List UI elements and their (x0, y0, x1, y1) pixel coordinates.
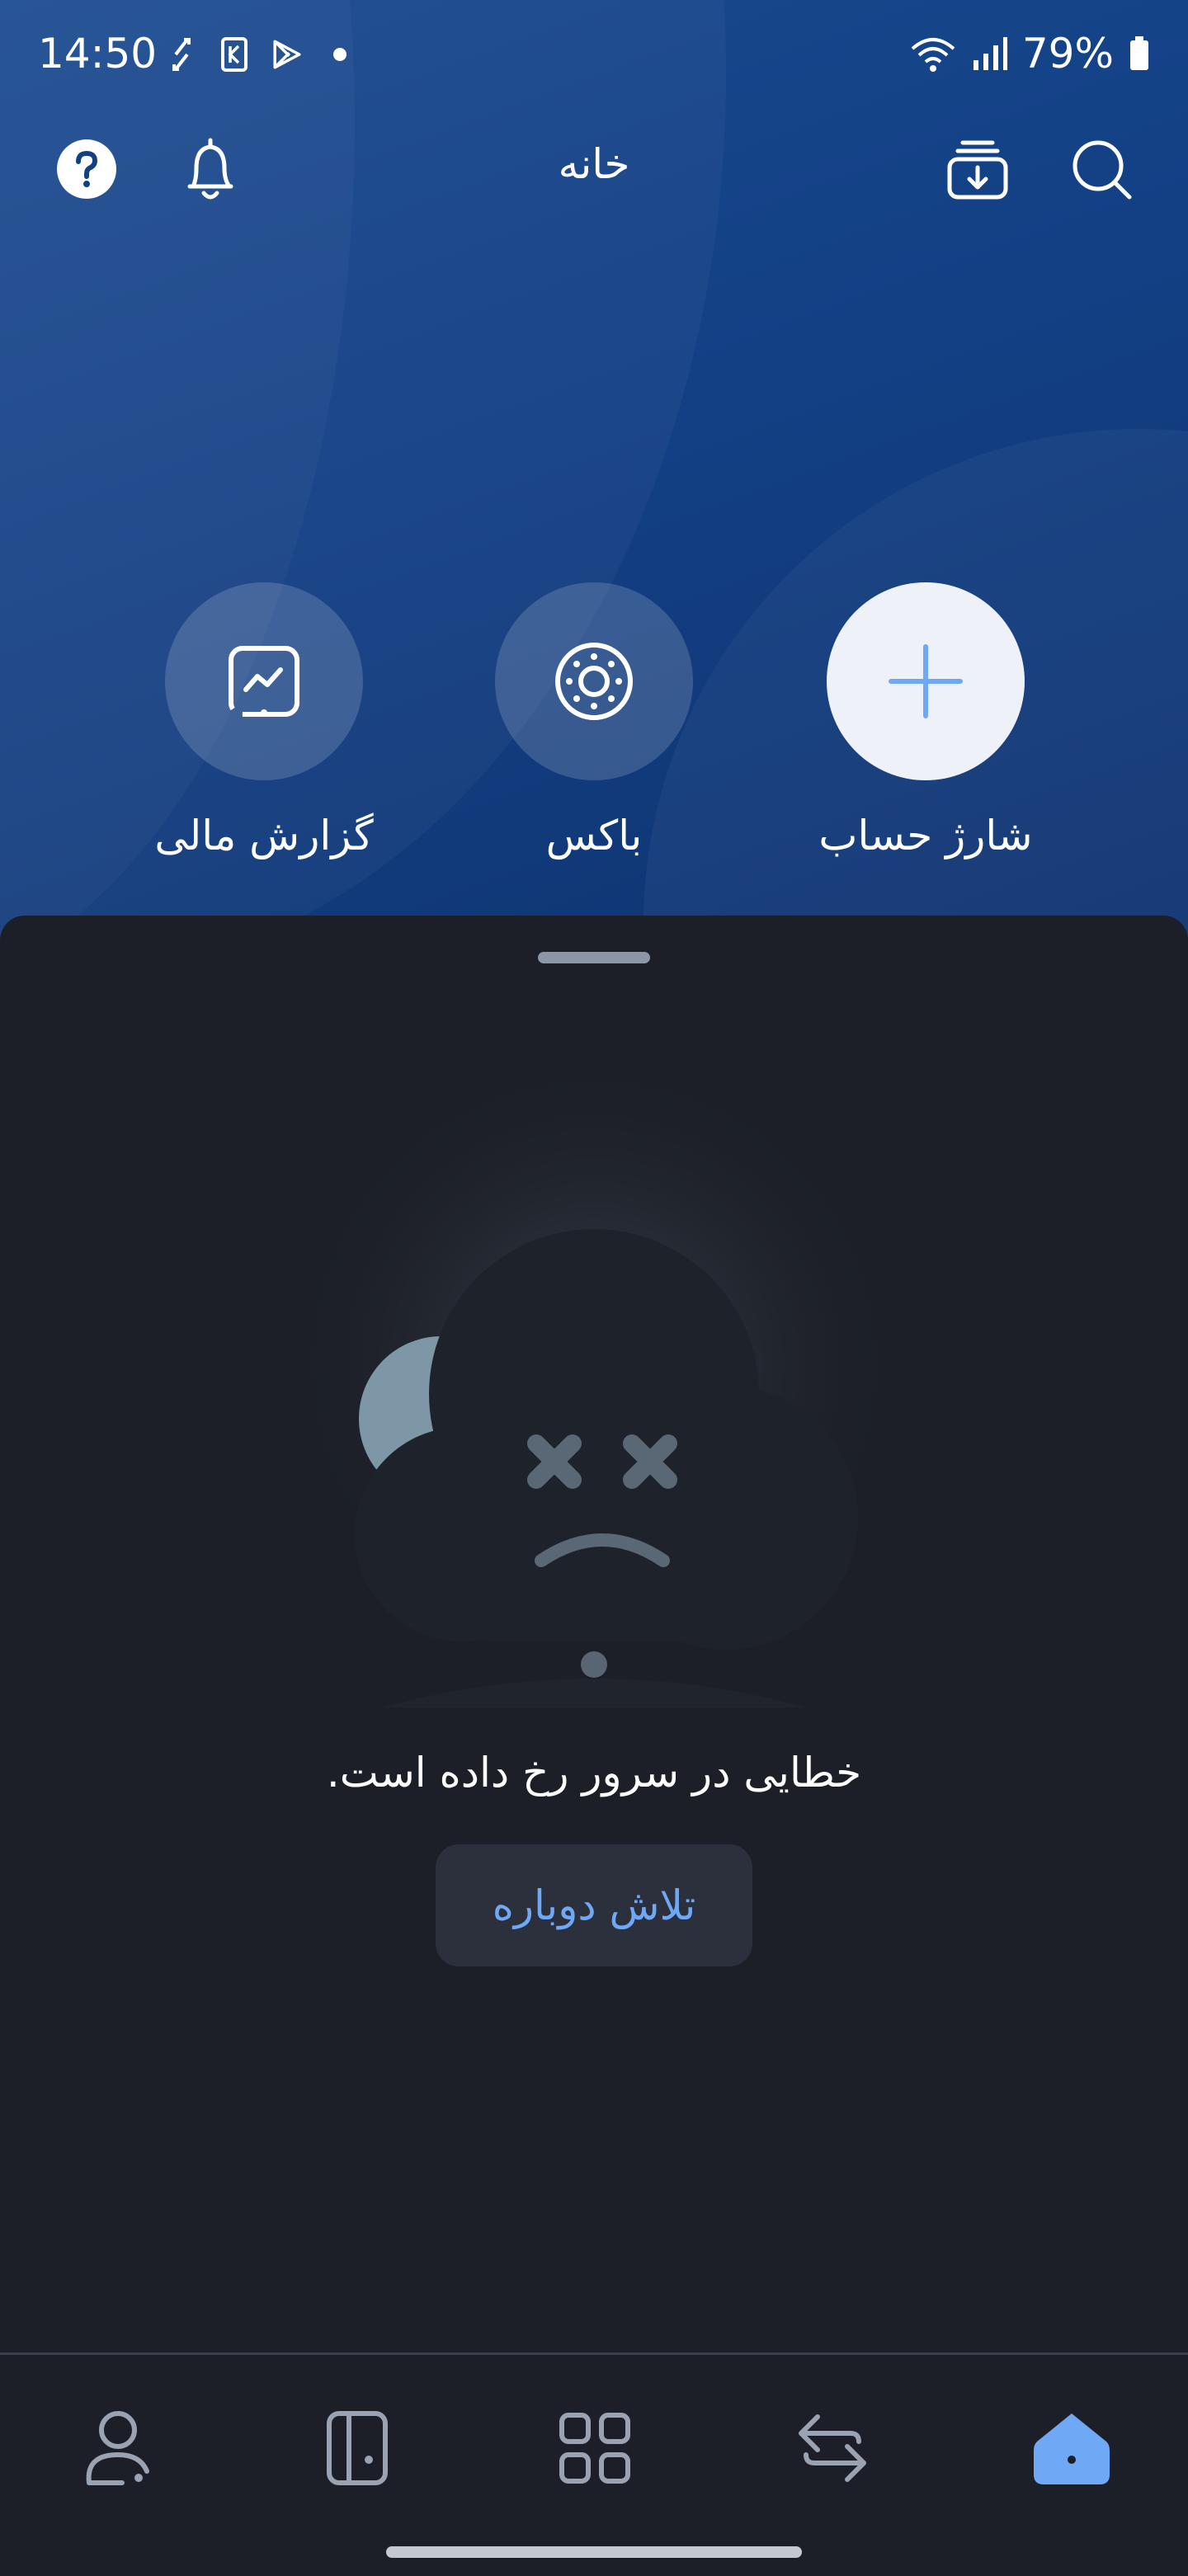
plus-icon (889, 644, 963, 718)
dot-icon (323, 33, 356, 76)
box-icon (555, 643, 633, 720)
bottom-sheet[interactable]: خطایی در سرور رخ داده است. تلاش دوباره (0, 916, 1188, 2352)
server-error-cloud-icon (280, 1081, 908, 1707)
loading-dot-icon (581, 1651, 607, 1678)
nav-cards[interactable] (312, 2403, 403, 2494)
battery-icon (1127, 32, 1152, 75)
action-financial-report[interactable]: گزارش مالی (99, 582, 429, 859)
status-bar: 14:50 79% (0, 0, 1188, 111)
sync-icon (165, 33, 198, 76)
action-circle[interactable] (827, 582, 1025, 780)
play-store-icon (271, 33, 304, 76)
action-label: باکس (545, 812, 643, 859)
action-label: شارژ حساب (818, 812, 1033, 859)
download-inbox-button[interactable] (940, 132, 1015, 206)
drag-handle[interactable] (538, 952, 650, 963)
retry-button[interactable]: تلاش دوباره (436, 1844, 752, 1966)
search-button[interactable] (1064, 132, 1138, 206)
wifi-icon (908, 32, 958, 75)
action-top-up[interactable]: شارژ حساب (761, 582, 1091, 859)
nav-home[interactable] (1026, 2403, 1117, 2494)
error-message: خطایی در سرور رخ داده است. (326, 1749, 862, 1797)
action-circle[interactable] (495, 582, 693, 780)
signal-icon (971, 32, 1009, 75)
top-app-bar: خانه (0, 124, 1188, 214)
battery-percent: 79% (1021, 30, 1114, 78)
action-box[interactable]: باکس (429, 582, 759, 859)
transfer-icon (799, 2414, 866, 2482)
action-circle[interactable] (165, 582, 363, 780)
action-label: گزارش مالی (154, 812, 374, 859)
download-inbox-icon (947, 140, 1008, 200)
financial-report-icon (229, 646, 299, 717)
bottom-navigation (0, 2352, 1188, 2576)
services-grid-icon (559, 2413, 630, 2484)
home-indicator (386, 2546, 802, 2558)
home-icon (1034, 2414, 1110, 2484)
nav-profile[interactable] (73, 2403, 163, 2494)
profile-icon (86, 2411, 149, 2485)
cards-icon (327, 2411, 388, 2485)
nav-services[interactable] (549, 2403, 640, 2494)
status-time: 14:50 (38, 30, 158, 78)
hero-header: 14:50 79% خانه گزارش مالی باکس شارژ حساب (0, 0, 1188, 973)
nav-transfer[interactable] (787, 2403, 878, 2494)
search-icon (1072, 140, 1132, 200)
k-badge-icon (218, 33, 251, 76)
